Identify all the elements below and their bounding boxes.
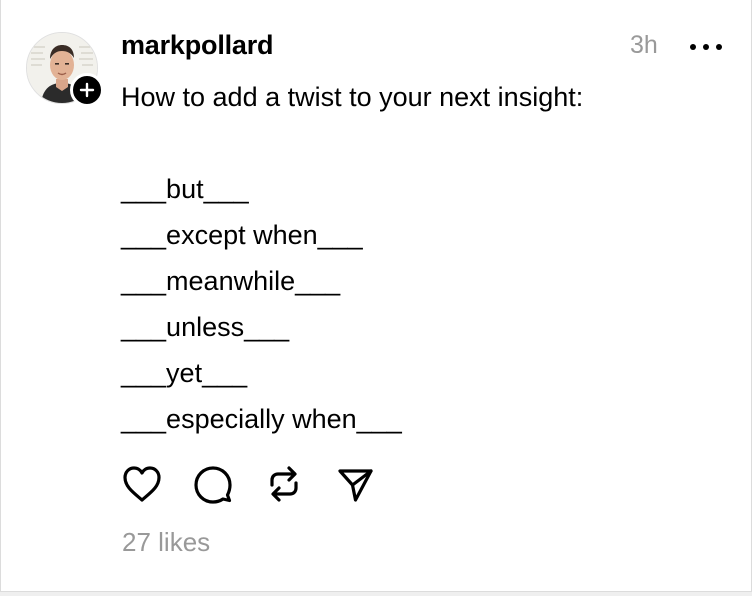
post-line: ___meanwhile___	[121, 266, 341, 296]
post-actions	[120, 462, 404, 506]
likes-count[interactable]: 27 likes	[122, 527, 210, 558]
more-horizontal-icon-dot	[716, 44, 722, 50]
post-body: How to add a twist to your next insight:…	[121, 74, 721, 442]
more-horizontal-icon-dot	[703, 44, 709, 50]
post-line: ___except when___	[121, 220, 363, 250]
frame-left-border	[0, 0, 1, 596]
post-line-blank	[121, 120, 721, 166]
more-horizontal-icon	[690, 44, 696, 50]
post-line: ___but___	[121, 174, 249, 204]
post-username[interactable]: markpollard	[121, 30, 274, 61]
post-timestamp: 3h	[630, 31, 658, 59]
heart-icon	[123, 466, 161, 502]
post-line: ___unless___	[121, 312, 290, 342]
repost-button[interactable]	[262, 462, 306, 506]
post-line: ___yet___	[121, 358, 248, 388]
post-divider	[0, 591, 752, 596]
follow-button[interactable]	[70, 73, 104, 107]
more-options-button[interactable]	[690, 38, 722, 56]
repost-icon	[270, 466, 298, 502]
post-line: How to add a twist to your next insight:	[121, 82, 584, 112]
comment-icon	[194, 466, 232, 504]
plus-icon	[79, 82, 95, 98]
share-button[interactable]	[333, 462, 377, 506]
like-button[interactable]	[120, 462, 164, 506]
send-icon	[338, 469, 373, 502]
comment-button[interactable]	[191, 462, 235, 506]
post-line: ___especially when___	[121, 404, 402, 434]
